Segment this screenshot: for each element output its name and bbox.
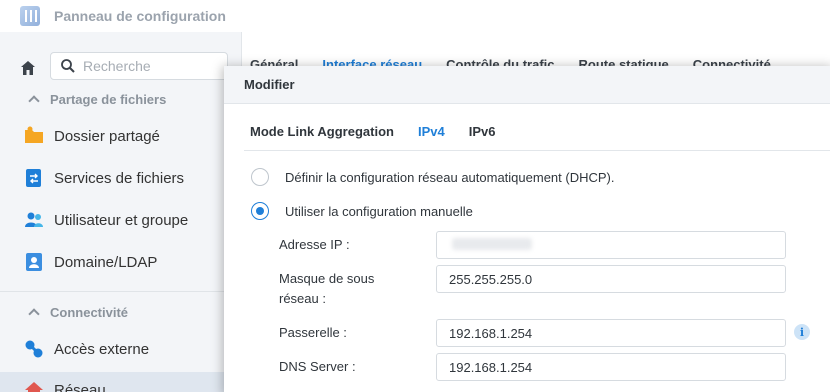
sidebar-item-label: Réseau [54,381,106,392]
section-connectivity[interactable]: Connectivité [28,302,129,322]
sidebar-item-network[interactable]: Réseau [0,372,242,392]
window-titlebar: Panneau de configuration [0,0,830,32]
subnet-mask-label-line2: réseau : [279,291,326,306]
sidebar-item-user-group[interactable]: Utilisateur et groupe [0,202,242,238]
sidebar-item-file-services[interactable]: Services de fichiers [0,160,242,196]
network-icon [25,382,43,392]
sidebar-item-shared-folder[interactable]: Dossier partagé [0,118,242,154]
radio-manual-row[interactable]: Utiliser la configuration manuelle [251,202,473,220]
sidebar-item-label: Dossier partagé [54,127,160,145]
subnet-mask-input[interactable] [436,265,786,293]
sidebar-item-external-access[interactable]: Accès externe [0,331,242,367]
dns-server-label: DNS Server : [279,359,356,374]
modal-title: Modifier [244,77,295,92]
user-group-icon [25,212,43,227]
dns-server-input[interactable] [436,353,786,381]
sidebar-item-label: Services de fichiers [54,169,185,187]
section-label: Connectivité [50,304,129,320]
section-label: Partage de fichiers [50,91,167,107]
home-button[interactable] [14,54,42,82]
ip-address-label: Adresse IP : [279,237,350,252]
radio-dhcp-label: Définir la configuration réseau automati… [285,169,615,185]
radio-dhcp-row[interactable]: Définir la configuration réseau automati… [251,168,615,186]
radio-dhcp[interactable] [251,168,269,186]
search-input[interactable] [83,58,213,74]
sidebar-item-domain-ldap[interactable]: Domaine/LDAP [0,244,242,280]
radio-manual-label: Utiliser la configuration manuelle [285,203,473,219]
search-box[interactable] [50,52,228,80]
modal-tabs-divider [244,150,830,151]
sidebar-divider [0,291,242,292]
tab-ipv4[interactable]: IPv4 [418,124,445,139]
control-panel-icon [20,6,40,26]
redacted-ip [452,238,532,250]
edit-modal: Modifier Mode Link Aggregation IPv4 IPv6… [224,66,830,392]
domain-ldap-icon [26,253,42,271]
section-file-sharing[interactable]: Partage de fichiers [28,89,167,109]
folder-share-icon [25,126,43,143]
sidebar-item-label: Accès externe [54,340,150,358]
tab-link-aggregation[interactable]: Mode Link Aggregation [250,124,394,139]
file-services-icon [26,169,41,187]
chevron-up-icon [28,95,40,107]
modal-tabs: Mode Link Aggregation IPv4 IPv6 [250,124,519,139]
gateway-input[interactable] [436,319,786,347]
radio-manual[interactable] [251,202,269,220]
external-access-icon [25,340,43,358]
modal-header: Modifier [224,66,830,104]
sidebar-item-label: Utilisateur et groupe [54,211,189,229]
info-icon[interactable]: i [794,324,810,340]
subnet-mask-label-line1: Masque de sous [279,271,375,286]
sidebar-item-label: Domaine/LDAP [54,253,158,271]
search-icon [61,59,75,73]
sidebar: Partage de fichiers Dossier partagé Serv… [0,32,242,392]
tab-ipv6[interactable]: IPv6 [469,124,496,139]
home-icon [21,61,35,75]
gateway-label: Passerelle : [279,325,347,340]
chevron-up-icon [28,308,40,320]
window-title: Panneau de configuration [54,8,226,24]
